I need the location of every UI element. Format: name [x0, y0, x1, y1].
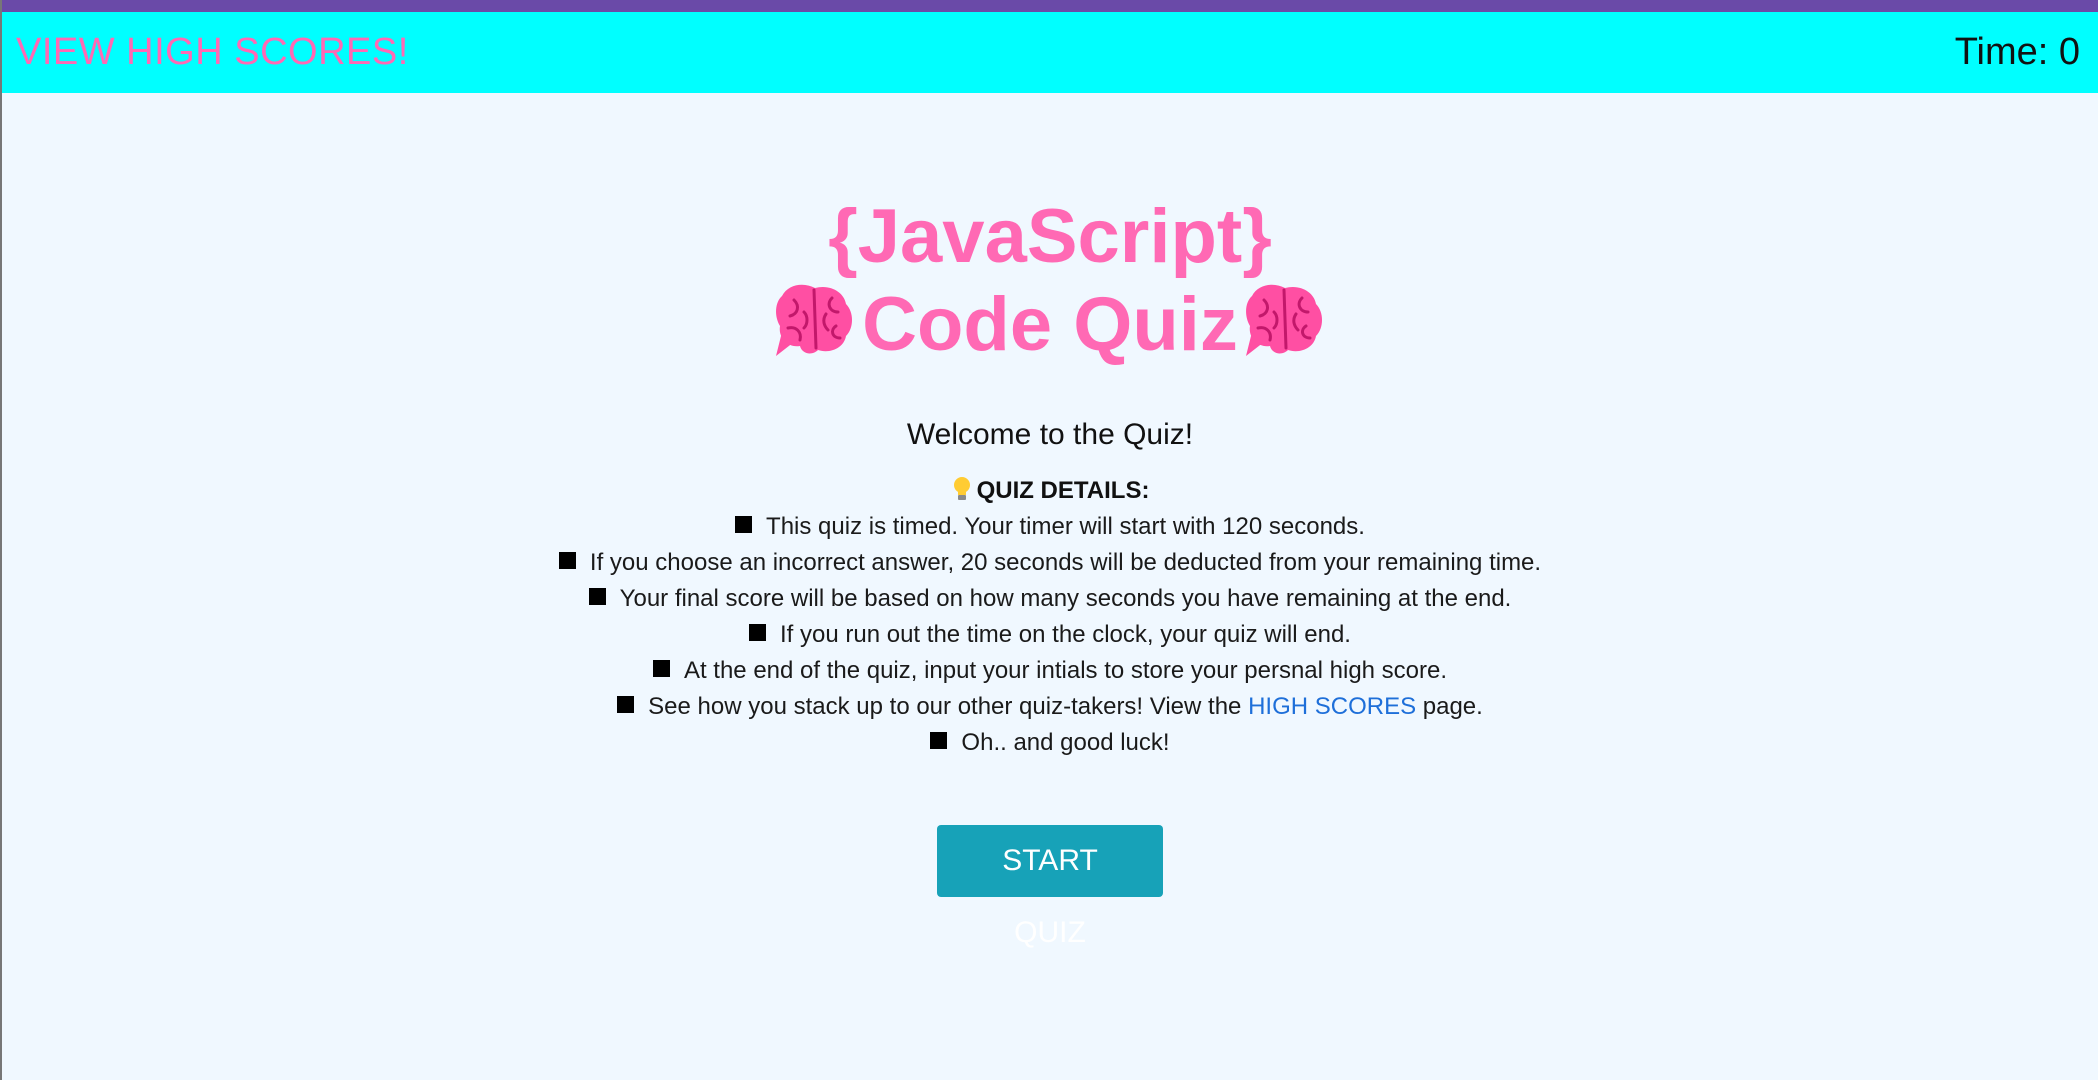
- black-square-icon: [617, 696, 635, 713]
- brain-icon: [1245, 284, 1322, 356]
- detail-text: Your final score will be based on how ma…: [619, 585, 1512, 612]
- detail-text: If you choose an incorrect answer, 20 se…: [589, 549, 1542, 576]
- detail-item-high-scores: See how you stack up to our other quiz-t…: [2, 689, 2098, 725]
- top-stripe: [2, 0, 2098, 12]
- detail-item: At the end of the quiz, input your intia…: [2, 653, 2098, 689]
- detail-item: Your final score will be based on how ma…: [2, 581, 2098, 617]
- navbar: VIEW HIGH SCORES! Time: 0: [2, 12, 2098, 93]
- detail-text: If you run out the time on the clock, yo…: [780, 621, 1351, 648]
- main-content: {JavaScript} Code Quiz Welcome to the Qu…: [2, 93, 2098, 949]
- quiz-details: QUIZ DETAILS: This quiz is timed. Your t…: [2, 473, 2098, 761]
- black-square-icon: [930, 732, 948, 749]
- detail-text: Oh.. and good luck!: [961, 729, 1170, 756]
- detail-text: See how you stack up to our other quiz-t…: [648, 693, 1242, 720]
- black-square-icon: [558, 552, 576, 569]
- detail-text: At the end of the quiz, input your intia…: [683, 657, 1448, 684]
- title-line-2-text: Code Quiz: [862, 282, 1238, 367]
- black-square-icon: [588, 588, 606, 605]
- light-bulb-icon: [953, 477, 970, 500]
- welcome-message: Welcome to the Quiz!: [906, 418, 1194, 451]
- details-heading-row: QUIZ DETAILS:: [2, 473, 2098, 509]
- title-line-2: Code Quiz: [2, 281, 2098, 369]
- view-high-scores-link[interactable]: VIEW HIGH SCORES!: [16, 30, 409, 74]
- detail-item: If you choose an incorrect answer, 20 se…: [2, 545, 2098, 581]
- page-title: {JavaScript} Code Quiz: [2, 93, 2098, 369]
- high-scores-link[interactable]: HIGH SCORES: [1248, 693, 1416, 720]
- black-square-icon: [749, 624, 767, 641]
- brain-icon: [776, 284, 853, 356]
- timer-display: Time: 0: [1954, 31, 2080, 73]
- detail-text: page.: [1422, 693, 1483, 720]
- detail-item: This quiz is timed. Your timer will star…: [2, 509, 2098, 545]
- black-square-icon: [735, 516, 753, 533]
- start-quiz-button[interactable]: START QUIZ: [937, 825, 1163, 949]
- detail-text: This quiz is timed. Your timer will star…: [766, 513, 1365, 540]
- details-heading: QUIZ DETAILS:: [976, 477, 1150, 504]
- detail-item: Oh.. and good luck!: [2, 725, 2098, 761]
- detail-item: If you run out the time on the clock, yo…: [2, 617, 2098, 653]
- black-square-icon: [652, 660, 670, 677]
- title-line-1: {JavaScript}: [828, 194, 1272, 279]
